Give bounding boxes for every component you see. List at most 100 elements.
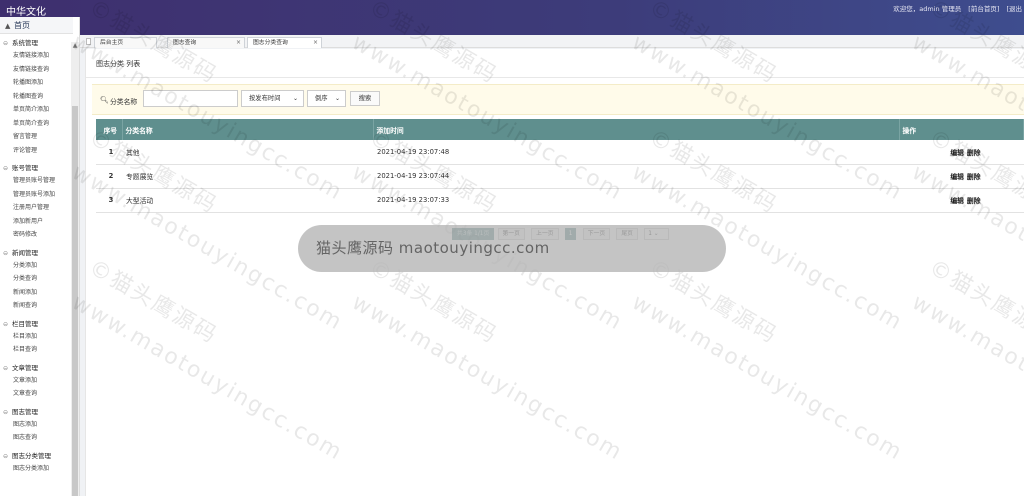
current-page-button[interactable]: 1: [564, 228, 577, 240]
cell-no: 2: [96, 164, 122, 189]
column-header-no: 序号: [96, 119, 123, 140]
cell-name: 大型活动: [122, 188, 373, 213]
sidebar-item[interactable]: 轮播图添加: [0, 76, 71, 90]
prev-page-button[interactable]: 上一页: [531, 228, 559, 240]
sidebar-group[interactable]: ⊖ 栏目管理: [0, 319, 71, 330]
sidebar-group[interactable]: ⊖ 系统管理: [0, 38, 71, 49]
sidebar-item[interactable]: 栏目添加: [0, 330, 71, 344]
search-button[interactable]: 搜索: [350, 91, 380, 106]
sidebar-item[interactable]: 分类添加: [0, 259, 71, 273]
sidebar-item[interactable]: 轮播图查询: [0, 90, 71, 104]
sidebar-item[interactable]: 栏目查询: [0, 343, 71, 357]
sidebar: ▲ 首页 ⊖ 系统管理 友情链接添加 友情链接查询 轮播图添加 轮播图查询 单页简介添加 单页简…: [0, 17, 80, 496]
cell-no: 3: [96, 188, 122, 213]
next-page-button[interactable]: 下一页: [582, 228, 611, 240]
edit-link[interactable]: 编辑: [950, 173, 964, 181]
cell-time: 2021-04-19 23:07:33: [373, 188, 899, 213]
sidebar-item[interactable]: 注册用户管理: [0, 201, 71, 215]
divider: [86, 77, 1024, 78]
scrollbar-thumb[interactable]: [72, 106, 78, 496]
edit-link[interactable]: 编辑: [950, 149, 964, 157]
sidebar-item[interactable]: 评论管理: [0, 144, 71, 158]
close-icon[interactable]: ×: [313, 38, 318, 48]
column-header-time: 添加时间: [373, 119, 900, 140]
frontend-home-link[interactable]: [前台首页]: [968, 5, 999, 13]
panel-title: 图志分类 列表: [96, 60, 141, 68]
table-row: 3 大型活动 2021-04-19 23:07:33 编辑 删除: [96, 188, 1024, 213]
sidebar-group-title: 文章管理: [12, 363, 38, 372]
cell-name: 其他: [122, 140, 373, 165]
table-row: 1 其他 2021-04-19 23:07:48 编辑 删除: [96, 140, 1024, 165]
page-select[interactable]: 1 ⌄: [644, 228, 670, 240]
chevron-down-icon: ⌄: [292, 95, 298, 102]
close-icon[interactable]: ×: [236, 38, 241, 48]
sidebar-group-title: 系统管理: [12, 39, 38, 47]
cell-time: 2021-04-19 23:07:44: [373, 164, 899, 189]
delete-link[interactable]: 删除: [967, 149, 981, 157]
sidebar-item[interactable]: 友情链接查询: [0, 63, 71, 77]
cell-actions: 编辑 删除: [899, 164, 1024, 189]
sort-order-value: 倒序: [315, 95, 328, 102]
sidebar-item[interactable]: 图志查询: [0, 431, 71, 445]
table-header-row: 序号 分类名称 添加时间 操作: [96, 119, 1024, 140]
sidebar-item[interactable]: 单页简介查询: [0, 117, 71, 131]
sidebar-item[interactable]: 添加新用户: [0, 215, 71, 229]
app-title: 中华文化: [6, 7, 46, 18]
table-row: 2 专题展览 2021-04-19 23:07:44 编辑 删除: [96, 164, 1024, 189]
last-page-button[interactable]: 尾页: [616, 228, 638, 240]
edit-link[interactable]: 编辑: [950, 197, 964, 205]
welcome-text: 欢迎您，admin 管理员: [893, 5, 962, 13]
sidebar-group[interactable]: ⊖ 账号管理: [0, 163, 71, 174]
scroll-up-icon[interactable]: ▲: [71, 42, 79, 50]
delete-link[interactable]: 删除: [967, 197, 981, 205]
collapse-icon: ⊖: [3, 165, 9, 172]
search-label: 分类名称: [110, 98, 138, 106]
sidebar-item[interactable]: 管理员账号管理: [0, 174, 71, 188]
search-bar: 🔍︎ 分类名称 按发布时间 ⌄ 倒序 ⌄ 搜索: [92, 84, 1024, 115]
column-header-name: 分类名称: [122, 119, 374, 140]
sidebar-group-title: 图志分类管理: [12, 451, 51, 460]
collapse-icon: ⊖: [3, 320, 9, 328]
sort-order-select[interactable]: 倒序 ⌄: [307, 90, 346, 107]
sidebar-item[interactable]: 友情链接添加: [0, 49, 71, 63]
sidebar-item[interactable]: 新闻添加: [0, 286, 71, 300]
search-icon: 🔍︎: [100, 96, 109, 104]
sidebar-item[interactable]: 密码修改: [0, 228, 71, 242]
sidebar-scrollbar[interactable]: ▲: [71, 42, 79, 496]
sidebar-item-home[interactable]: ▲ 首页: [0, 17, 73, 34]
cell-time: 2021-04-19 23:07:48: [373, 140, 899, 165]
sidebar-item[interactable]: 新闻查询: [0, 299, 71, 313]
sidebar-item[interactable]: 图志添加: [0, 418, 71, 432]
logout-link[interactable]: [退出: [1006, 5, 1022, 13]
sidebar-item[interactable]: 留言管理: [0, 130, 71, 144]
sort-field-value: 按发布时间: [249, 95, 281, 102]
user-bar: 欢迎您，admin 管理员 [前台首页] [退出: [888, 3, 1022, 13]
cell-name: 专题展览: [122, 164, 373, 189]
sidebar-group-title: 新闻管理: [12, 248, 38, 257]
tab-photo-category-query[interactable]: 图志分类查询 ×: [247, 37, 322, 48]
delete-link[interactable]: 删除: [967, 173, 981, 181]
sidebar-group[interactable]: ⊖ 新闻管理: [0, 248, 71, 259]
chevron-down-icon: ⌄: [653, 231, 659, 237]
top-header: 中华文化 欢迎您，admin 管理员 [前台首页] [退出: [0, 0, 1024, 35]
sidebar-group-title: 图志管理: [12, 407, 38, 416]
sidebar-item[interactable]: 分类查询: [0, 272, 71, 286]
tab-scroll-left-icon[interactable]: [86, 38, 91, 45]
sort-field-select[interactable]: 按发布时间 ⌄: [241, 90, 304, 107]
category-name-input[interactable]: [143, 90, 238, 107]
sidebar-item[interactable]: 管理员账号添加: [0, 188, 71, 202]
sidebar-group[interactable]: ⊖ 图志分类管理: [0, 451, 71, 462]
tab-home[interactable]: 后台主页: [94, 37, 157, 48]
sidebar-item[interactable]: 单页简介添加: [0, 103, 71, 117]
sidebar-item[interactable]: 文章添加: [0, 374, 71, 388]
tab-photo-query[interactable]: 图志查询 ×: [167, 37, 245, 48]
sidebar-item-label: 首页: [14, 21, 30, 30]
sidebar-group[interactable]: ⊖ 图志管理: [0, 407, 71, 418]
cell-no: 1: [96, 140, 122, 165]
sidebar-group[interactable]: ⊖ 文章管理: [0, 363, 71, 374]
sidebar-item[interactable]: 图志分类添加: [0, 462, 71, 476]
first-page-button[interactable]: 第一页: [497, 228, 525, 240]
sidebar-group-title: 栏目管理: [12, 319, 38, 328]
collapse-icon: ⊖: [3, 249, 9, 257]
sidebar-item[interactable]: 文章查询: [0, 387, 71, 401]
